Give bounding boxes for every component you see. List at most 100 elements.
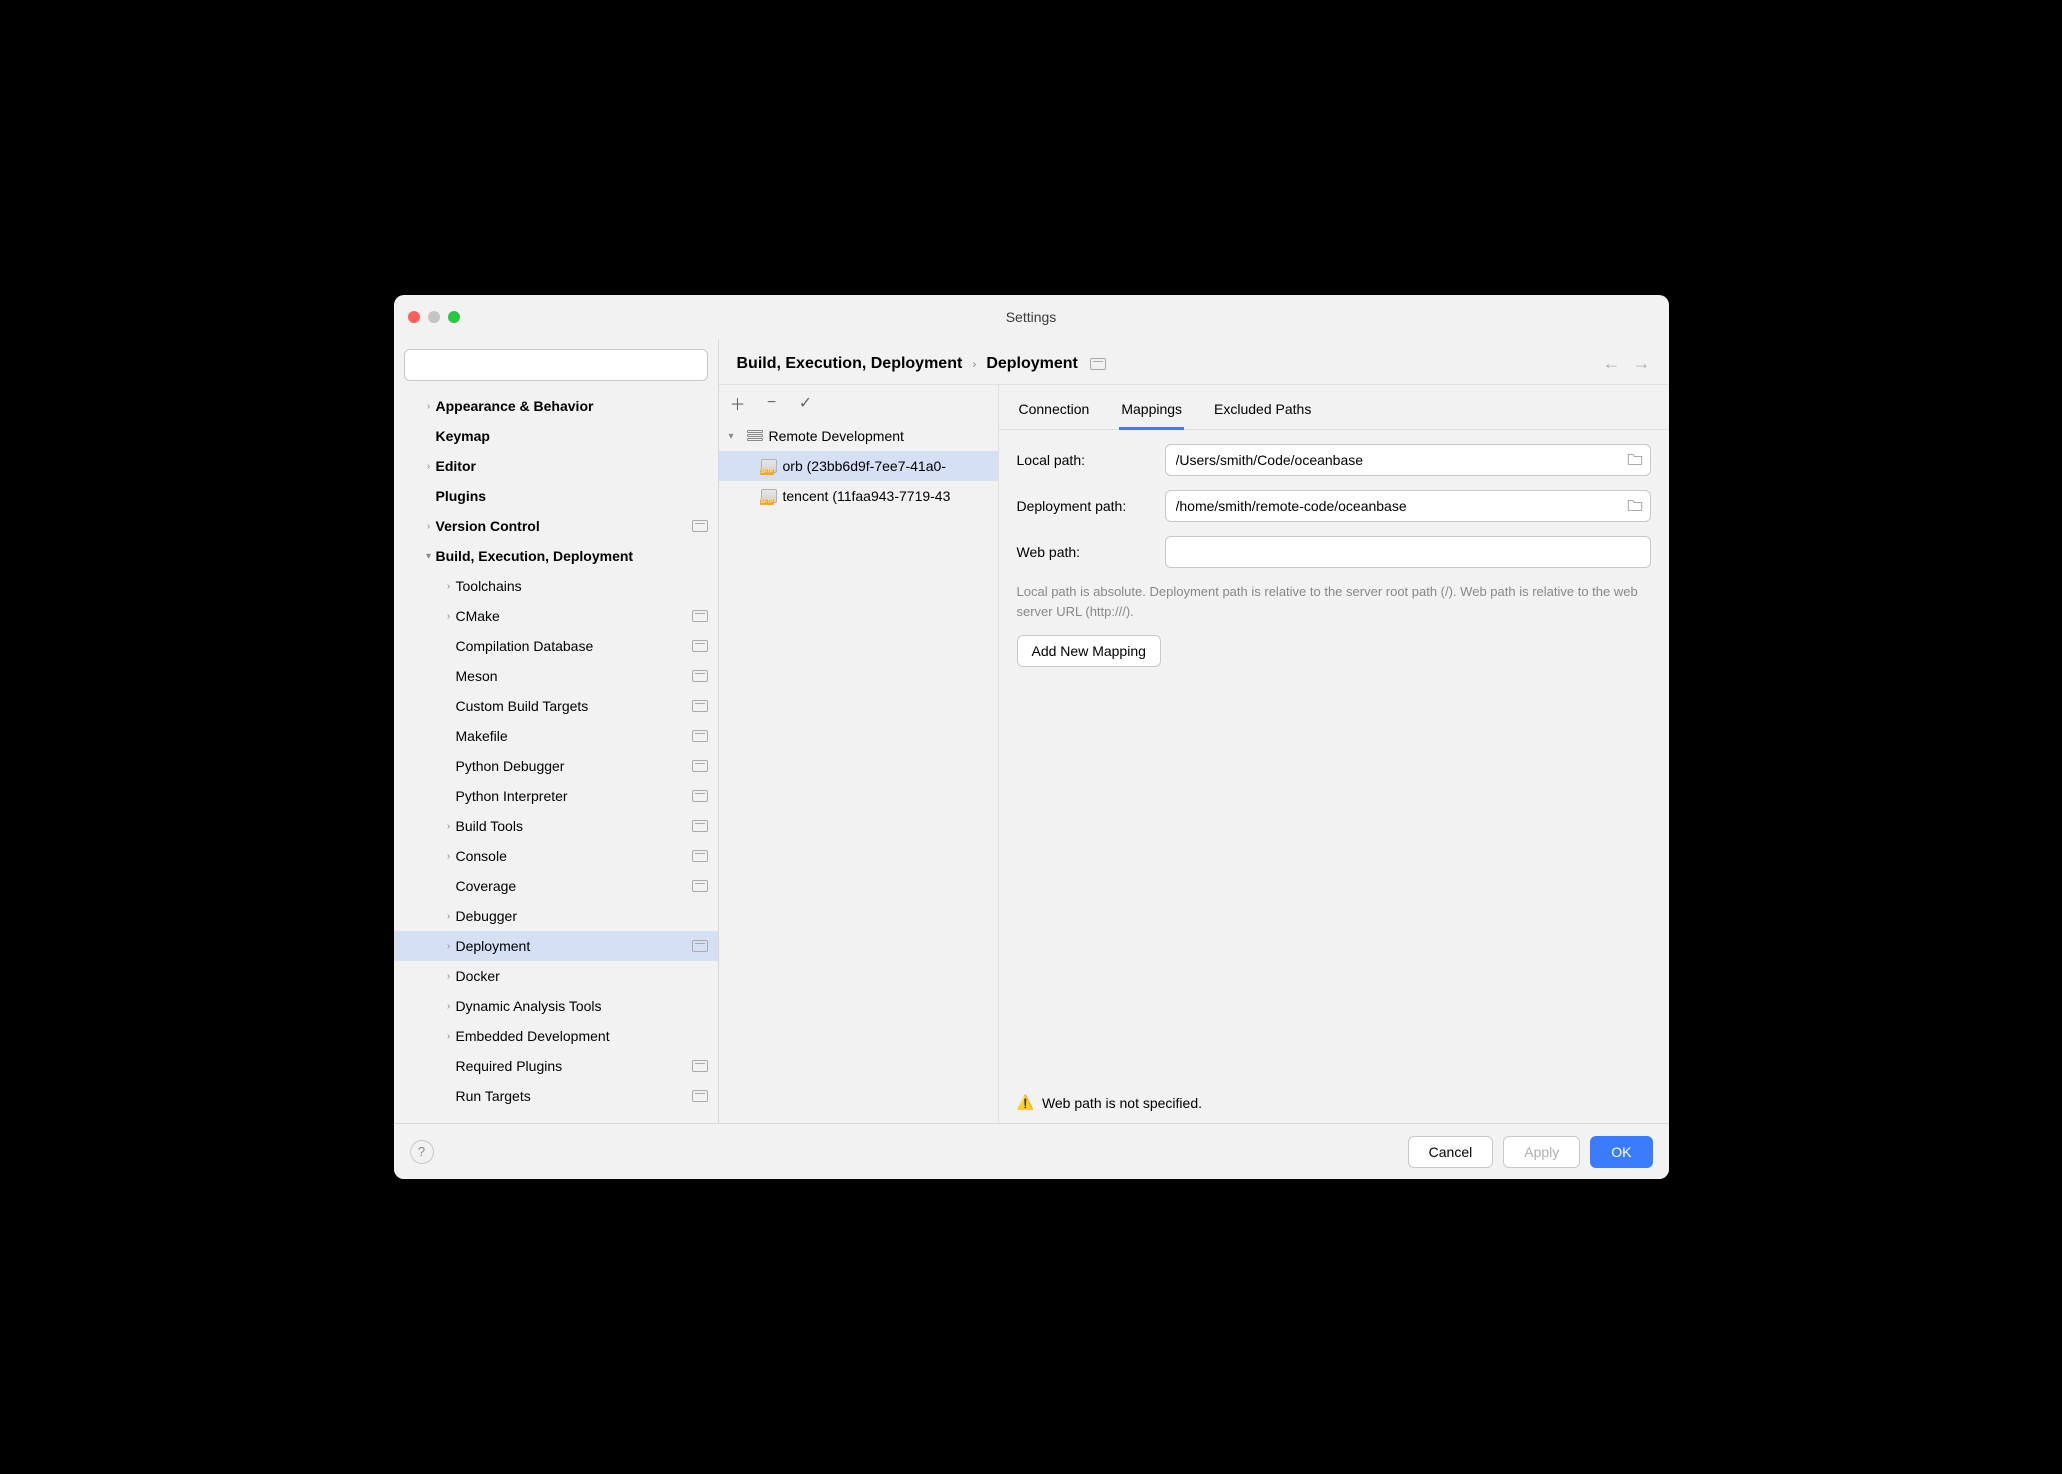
nav-back-button[interactable]: ←	[1603, 353, 1621, 374]
sidebar-item-label: Docker	[456, 968, 708, 984]
sidebar-item-label: Python Debugger	[456, 758, 688, 774]
breadcrumb-current: Deployment	[986, 355, 1078, 373]
warning-icon: ⚠️	[1017, 1094, 1034, 1111]
sidebar-item-embedded-development[interactable]: ›Embedded Development	[394, 1021, 718, 1051]
cancel-button[interactable]: Cancel	[1408, 1136, 1494, 1168]
sidebar-item-build-execution-deployment[interactable]: ▾Build, Execution, Deployment	[394, 541, 718, 571]
sidebar-item-console[interactable]: ›Console	[394, 841, 718, 871]
help-button[interactable]: ?	[410, 1140, 434, 1164]
project-scope-icon	[1090, 358, 1106, 370]
sidebar-item-version-control[interactable]: ›Version Control	[394, 511, 718, 541]
sidebar-item-label: Run Targets	[456, 1088, 688, 1104]
sidebar-item-keymap[interactable]: Keymap	[394, 421, 718, 451]
project-scope-icon	[692, 610, 708, 622]
web-path-label: Web path:	[1017, 544, 1155, 560]
project-scope-icon	[692, 790, 708, 802]
sidebar-item-compilation-database[interactable]: Compilation Database	[394, 631, 718, 661]
breadcrumb: Build, Execution, Deployment › Deploymen…	[719, 339, 1669, 384]
project-scope-icon	[692, 670, 708, 682]
project-scope-icon	[692, 880, 708, 892]
sidebar-item-run-targets[interactable]: Run Targets	[394, 1081, 718, 1111]
server-item[interactable]: tencent (11faa943-7719-43	[719, 481, 998, 511]
sidebar-item-build-tools[interactable]: ›Build Tools	[394, 811, 718, 841]
sidebar-item-meson[interactable]: Meson	[394, 661, 718, 691]
chevron-right-icon: ›	[442, 1031, 456, 1042]
sidebar-item-cmake[interactable]: ›CMake	[394, 601, 718, 631]
project-scope-icon	[692, 850, 708, 862]
chevron-right-icon: ›	[422, 401, 436, 412]
ok-button[interactable]: OK	[1590, 1136, 1652, 1168]
sidebar-item-dynamic-analysis-tools[interactable]: ›Dynamic Analysis Tools	[394, 991, 718, 1021]
dialog-footer: ? Cancel Apply OK	[394, 1123, 1669, 1179]
sftp-server-icon	[761, 459, 777, 473]
sidebar-item-label: Meson	[456, 668, 688, 684]
add-server-button[interactable]: ＋	[729, 391, 747, 415]
sidebar-item-editor[interactable]: ›Editor	[394, 451, 718, 481]
sftp-server-icon	[761, 489, 777, 503]
sidebar-item-label: Debugger	[456, 908, 708, 924]
nav-forward-button[interactable]: →	[1633, 353, 1651, 374]
sidebar-item-python-debugger[interactable]: Python Debugger	[394, 751, 718, 781]
sidebar-item-coverage[interactable]: Coverage	[394, 871, 718, 901]
set-default-button[interactable]: ✓	[797, 393, 815, 413]
sidebar-item-docker[interactable]: ›Docker	[394, 961, 718, 991]
server-item[interactable]: orb (23bb6d9f-7ee7-41a0-	[719, 451, 998, 481]
sidebar-item-debugger[interactable]: ›Debugger	[394, 901, 718, 931]
sidebar-item-custom-build-targets[interactable]: Custom Build Targets	[394, 691, 718, 721]
sidebar-item-makefile[interactable]: Makefile	[394, 721, 718, 751]
breadcrumb-parent: Build, Execution, Deployment	[737, 355, 963, 373]
detail-tabs: Connection Mappings Excluded Paths	[999, 385, 1669, 430]
sidebar-item-label: Build Tools	[456, 818, 688, 834]
close-window-button[interactable]	[408, 311, 420, 323]
server-group[interactable]: ▾ Remote Development	[719, 421, 998, 451]
sidebar-item-label: Deployment	[456, 938, 688, 954]
server-toolbar: ＋ − ✓	[719, 385, 998, 421]
remove-server-button[interactable]: −	[763, 394, 781, 412]
sidebar-item-label: Version Control	[436, 518, 688, 534]
chevron-right-icon: ›	[442, 971, 456, 982]
sidebar-item-toolchains[interactable]: ›Toolchains	[394, 571, 718, 601]
browse-deployment-button[interactable]	[1627, 498, 1643, 515]
chevron-right-icon: ›	[442, 581, 456, 592]
warning-text: Web path is not specified.	[1042, 1095, 1202, 1111]
minimize-window-button[interactable]	[428, 311, 440, 323]
tab-excluded-paths[interactable]: Excluded Paths	[1212, 395, 1313, 430]
apply-button[interactable]: Apply	[1503, 1136, 1580, 1168]
project-scope-icon	[692, 520, 708, 532]
sidebar-item-python-interpreter[interactable]: Python Interpreter	[394, 781, 718, 811]
web-path-input[interactable]	[1165, 536, 1651, 568]
titlebar: Settings	[394, 295, 1669, 339]
server-tree: ▾ Remote Development orb (23bb6d9f-7ee7-…	[719, 421, 998, 1123]
sidebar-item-label: Makefile	[456, 728, 688, 744]
server-group-label: Remote Development	[769, 428, 904, 444]
server-item-label: tencent (11faa943-7719-43	[783, 488, 951, 504]
sidebar-item-label: Toolchains	[456, 578, 708, 594]
browse-local-button[interactable]	[1627, 452, 1643, 469]
add-mapping-button[interactable]: Add New Mapping	[1017, 635, 1161, 667]
chevron-down-icon: ▾	[729, 431, 741, 442]
project-scope-icon	[692, 640, 708, 652]
maximize-window-button[interactable]	[448, 311, 460, 323]
settings-tree: ›Appearance & BehaviorKeymap›EditorPlugi…	[394, 391, 718, 1123]
chevron-right-icon: ›	[442, 611, 456, 622]
server-group-icon	[747, 430, 763, 442]
settings-search-input[interactable]	[404, 349, 708, 381]
sidebar-item-deployment[interactable]: ›Deployment	[394, 931, 718, 961]
sidebar-item-label: CMake	[456, 608, 688, 624]
sidebar-item-label: Python Interpreter	[456, 788, 688, 804]
chevron-down-icon: ▾	[422, 551, 436, 562]
project-scope-icon	[692, 1060, 708, 1072]
tab-connection[interactable]: Connection	[1017, 395, 1092, 430]
chevron-right-icon: ›	[422, 461, 436, 472]
mapping-hint: Local path is absolute. Deployment path …	[1017, 582, 1651, 621]
sidebar-item-plugins[interactable]: Plugins	[394, 481, 718, 511]
sidebar-item-required-plugins[interactable]: Required Plugins	[394, 1051, 718, 1081]
sidebar-item-label: Coverage	[456, 878, 688, 894]
local-path-input[interactable]	[1165, 444, 1651, 476]
sidebar-item-label: Console	[456, 848, 688, 864]
sidebar-item-appearance-behavior[interactable]: ›Appearance & Behavior	[394, 391, 718, 421]
deployment-path-input[interactable]	[1165, 490, 1651, 522]
sidebar-item-label: Custom Build Targets	[456, 698, 688, 714]
settings-window: Settings 🔍 ▾ ›Appearance & BehaviorKeyma…	[394, 295, 1669, 1179]
tab-mappings[interactable]: Mappings	[1119, 395, 1184, 430]
